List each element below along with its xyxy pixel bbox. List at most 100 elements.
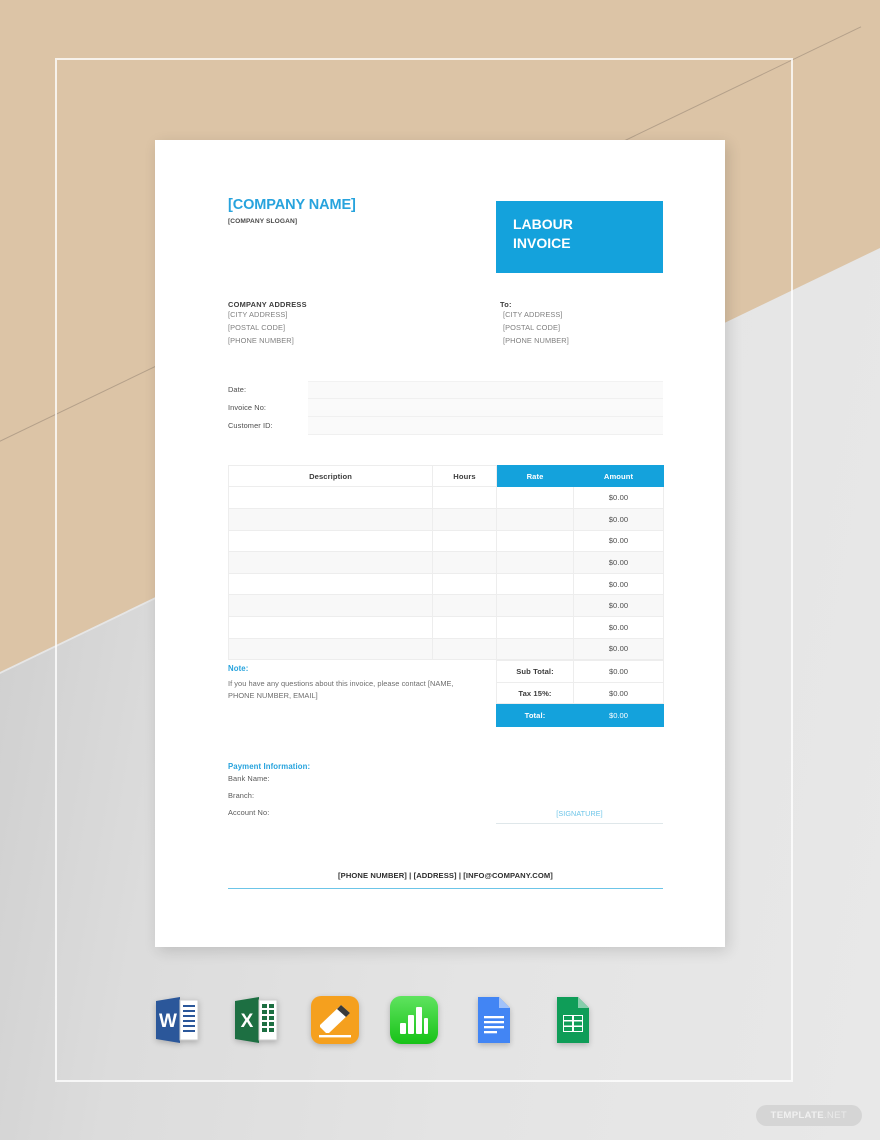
invoice-title-line-1: LABOUR (513, 216, 573, 232)
document-header: [COMPANY NAME] [COMPANY SLOGAN] LABOUR I… (228, 197, 663, 273)
date-label: Date: (228, 384, 247, 394)
note-and-totals-section: Note: If you have any questions about th… (228, 660, 664, 728)
subtotal-label: Sub Total: (496, 660, 574, 683)
cell-rate[interactable] (496, 508, 574, 531)
cell-amount[interactable]: $0.00 (573, 616, 664, 639)
cell-rate[interactable] (496, 594, 574, 618)
payment-information-block: Payment Information: Bank Name: Branch: … (228, 762, 663, 824)
cell-rate[interactable] (496, 529, 574, 553)
line-items-body: $0.00 $0.00 $0.00 $0.00 $0.00 $0.00 $0.0… (228, 486, 664, 661)
date-input[interactable] (308, 380, 663, 399)
company-slogan: [COMPANY SLOGAN] (228, 217, 298, 225)
cell-rate[interactable] (496, 551, 574, 574)
recipient-address-line: [POSTAL CODE] (503, 322, 561, 332)
cell-hours[interactable] (432, 594, 497, 618)
invoice-document-page: [COMPANY NAME] [COMPANY SLOGAN] LABOUR I… (155, 140, 725, 947)
cell-description[interactable] (228, 637, 433, 661)
cell-amount[interactable]: $0.00 (573, 594, 664, 618)
sender-address-line: [PHONE NUMBER] (228, 335, 294, 345)
cell-rate[interactable] (496, 572, 574, 596)
cell-amount[interactable]: $0.00 (573, 486, 664, 510)
google-docs-icon[interactable] (466, 993, 520, 1047)
document-footer: [PHONE NUMBER] | [ADDRESS] | [INFO@COMPA… (228, 865, 663, 889)
meta-field-row: Invoice No: (228, 398, 663, 417)
invoice-meta-fields: Date: Invoice No: Customer ID: (228, 380, 663, 435)
bank-name-label[interactable]: Bank Name: (228, 771, 663, 788)
customer-id-input[interactable] (308, 416, 663, 435)
svg-text:W: W (159, 1011, 177, 1032)
recipient-address-line: [CITY ADDRESS] (503, 310, 563, 319)
cell-amount[interactable]: $0.00 (573, 551, 664, 574)
company-name: [COMPANY NAME] (228, 197, 356, 213)
address-block: COMPANY ADDRESS [CITY ADDRESS] [POSTAL C… (228, 300, 663, 348)
table-row: $0.00 (228, 508, 664, 531)
cell-rate[interactable] (496, 616, 574, 639)
cell-hours[interactable] (432, 637, 497, 661)
cell-hours[interactable] (432, 551, 497, 574)
meta-field-row: Date: (228, 380, 663, 399)
apple-pages-icon[interactable] (308, 993, 362, 1047)
note-block: Note: If you have any questions about th… (228, 664, 478, 702)
footer-contact-text: [PHONE NUMBER] | [ADDRESS] | [INFO@COMPA… (338, 870, 553, 880)
column-header-amount: Amount (573, 464, 664, 488)
signature-line[interactable]: [SIGNATURE] (496, 803, 663, 824)
cell-hours[interactable] (432, 529, 497, 553)
meta-field-row: Customer ID: (228, 416, 663, 435)
table-row: $0.00 (228, 637, 664, 661)
grand-total-value[interactable]: $0.00 (573, 703, 664, 728)
cell-hours[interactable] (432, 486, 497, 510)
cell-amount[interactable]: $0.00 (573, 572, 664, 596)
column-header-hours: Hours (432, 464, 497, 488)
tax-row: Tax 15%: $0.00 (496, 681, 664, 705)
cell-description[interactable] (228, 551, 433, 574)
subtotal-row: Sub Total: $0.00 (496, 660, 664, 683)
invoice-no-input[interactable] (308, 398, 663, 417)
cell-rate[interactable] (496, 637, 574, 661)
sender-address-line: [CITY ADDRESS] (228, 310, 288, 319)
recipient-address-line: [PHONE NUMBER] (503, 335, 569, 345)
microsoft-excel-icon[interactable]: X (229, 993, 283, 1047)
subtotal-value[interactable]: $0.00 (573, 660, 664, 683)
cell-description[interactable] (228, 594, 433, 618)
company-identity: [COMPANY NAME] [COMPANY SLOGAN] (228, 197, 356, 225)
cell-hours[interactable] (432, 508, 497, 531)
grand-total-row: Total: $0.00 (496, 703, 664, 728)
grand-total-label: Total: (496, 703, 574, 728)
signature-label: [SIGNATURE] (556, 808, 603, 818)
column-header-description: Description (228, 464, 433, 488)
line-items-header-row: Description Hours Rate Amount (228, 464, 664, 488)
screenshot-canvas: [COMPANY NAME] [COMPANY SLOGAN] LABOUR I… (0, 0, 880, 1140)
cell-amount[interactable]: $0.00 (573, 508, 664, 531)
cell-hours[interactable] (432, 616, 497, 639)
template-net-watermark: TEMPLATE.NET (755, 1105, 862, 1126)
file-format-icons: W X (150, 993, 599, 1047)
table-row: $0.00 (228, 551, 664, 574)
cell-description[interactable] (228, 572, 433, 596)
microsoft-word-icon[interactable]: W (150, 993, 204, 1047)
line-items-table: Description Hours Rate Amount $0.00 $0.0… (228, 464, 664, 661)
cell-amount[interactable]: $0.00 (573, 529, 664, 553)
totals-table: Sub Total: $0.00 Tax 15%: $0.00 Total: $… (496, 660, 664, 728)
cell-description[interactable] (228, 529, 433, 553)
svg-text:X: X (241, 1011, 254, 1032)
payment-information-title: Payment Information: (228, 762, 311, 772)
recipient-address: To: [CITY ADDRESS] [POSTAL CODE] [PHONE … (500, 300, 663, 348)
cell-description[interactable] (228, 508, 433, 531)
cell-amount[interactable]: $0.00 (573, 637, 664, 661)
table-row: $0.00 (228, 529, 664, 553)
sender-address-line: [POSTAL CODE] (228, 322, 286, 332)
google-sheets-icon[interactable] (545, 993, 599, 1047)
note-body: If you have any questions about this inv… (228, 679, 454, 701)
cell-rate[interactable] (496, 486, 574, 510)
tax-value[interactable]: $0.00 (573, 681, 664, 705)
note-title: Note: (228, 664, 249, 674)
cell-description[interactable] (228, 616, 433, 639)
watermark-light-text: .NET (823, 1110, 847, 1121)
column-header-rate: Rate (496, 464, 574, 488)
table-row: $0.00 (228, 616, 664, 639)
cell-hours[interactable] (432, 572, 497, 596)
recipient-address-title: To: (500, 300, 512, 309)
apple-numbers-icon[interactable] (387, 993, 441, 1047)
table-row: $0.00 (228, 572, 664, 596)
cell-description[interactable] (228, 486, 433, 510)
